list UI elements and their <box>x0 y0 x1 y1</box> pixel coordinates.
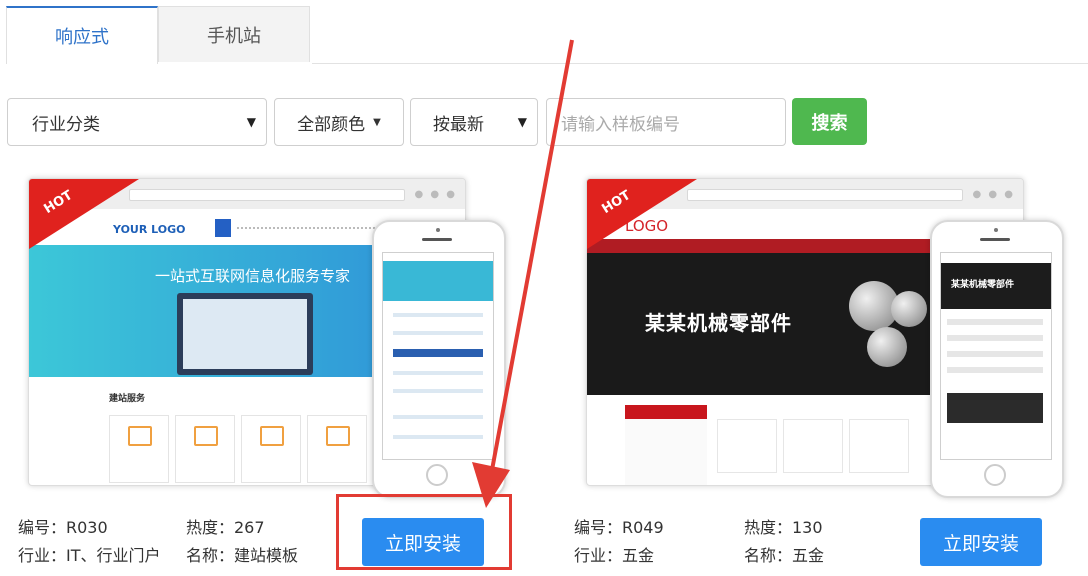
annotation-arrow <box>472 39 574 508</box>
